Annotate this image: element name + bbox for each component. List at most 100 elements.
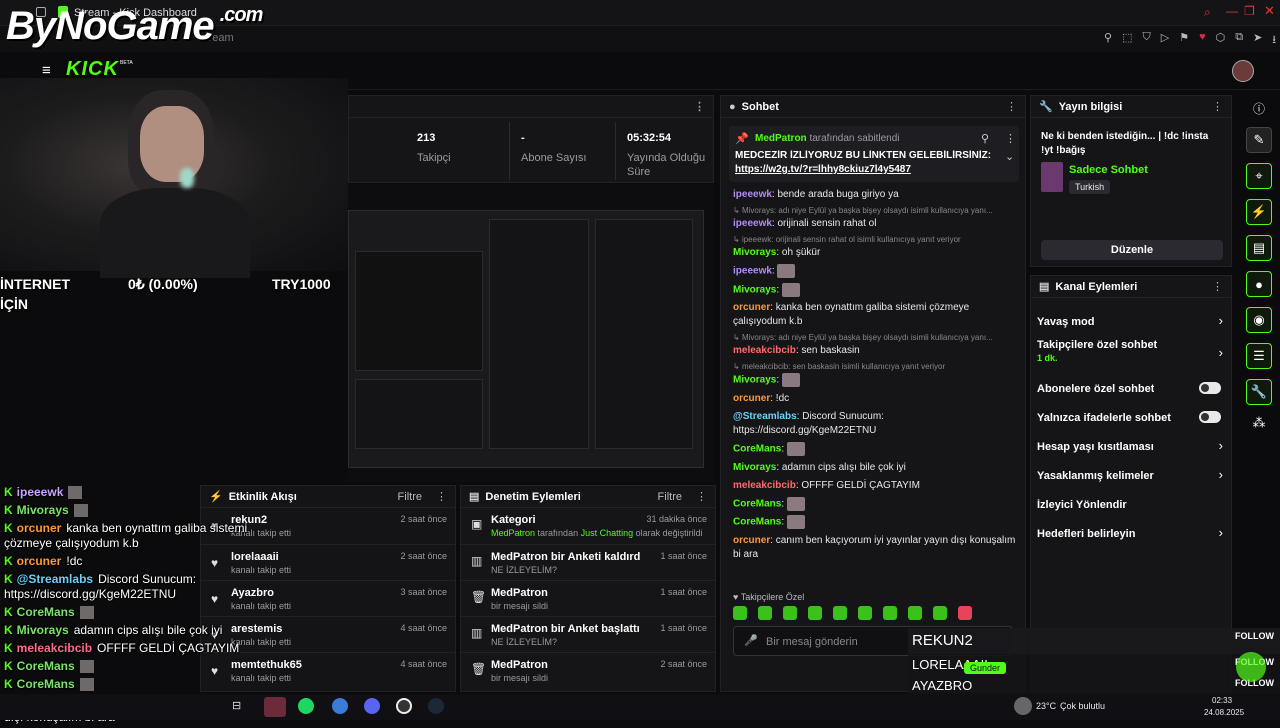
chevron-right-icon[interactable]: › <box>1219 438 1223 453</box>
chat-message[interactable]: ipeeewk: orijinali sensin rahat ol <box>733 217 1019 231</box>
chat-message[interactable]: CoreMans: <box>733 441 1019 457</box>
search-icon[interactable]: ⌕ <box>1204 5 1211 20</box>
unpin-icon[interactable]: ⚲ <box>981 132 989 145</box>
activity-filter-button[interactable]: Filtre <box>398 491 422 503</box>
chat-username[interactable]: CoreMans <box>733 498 781 509</box>
chat-message[interactable]: Mivorays: <box>733 373 1019 388</box>
chevron-right-icon[interactable]: › <box>1219 345 1223 360</box>
moderation-filter-button[interactable]: Filtre <box>658 491 682 503</box>
broadcast-icon[interactable]: ◉ <box>1246 307 1272 333</box>
pinned-menu-icon[interactable]: ⋮ <box>1005 132 1016 145</box>
user-avatar[interactable] <box>1232 60 1254 82</box>
moderation-target[interactable]: Just Chatting <box>581 528 634 538</box>
pin-icon[interactable]: ⚲ <box>1104 31 1112 50</box>
edit-button[interactable]: Düzenle <box>1041 240 1223 260</box>
chat-message[interactable]: ipeeewk: <box>733 264 1019 279</box>
steam-icon[interactable] <box>428 698 444 714</box>
chat-username[interactable]: Mivorays <box>733 375 776 386</box>
pencil-icon[interactable]: ✎ <box>1246 127 1272 153</box>
emote-icon[interactable] <box>883 606 897 620</box>
stream-info-menu-icon[interactable]: ⋮ <box>1212 100 1223 113</box>
channel-action-row[interactable]: Hesap yaşı kısıtlaması › <box>1031 431 1231 460</box>
heart-icon[interactable]: ♥ <box>1199 31 1206 50</box>
chat-message[interactable]: ipeeewk: bende arada buga giriyo ya <box>733 188 1019 202</box>
channel-action-row[interactable]: Yavaş mod › <box>1031 306 1231 335</box>
chat-username[interactable]: Mivorays <box>733 462 776 473</box>
chat-username[interactable]: Mivorays <box>733 247 776 258</box>
chat-username[interactable]: @Streamlabs <box>733 411 797 422</box>
chat-username[interactable]: ipeeewk <box>733 266 772 277</box>
emote-icon[interactable] <box>808 606 822 620</box>
emote-icon[interactable] <box>783 606 797 620</box>
download-icon[interactable]: ⭳ <box>1272 31 1276 50</box>
close-icon[interactable]: ✕ <box>1264 3 1275 19</box>
emote-icon[interactable] <box>758 606 772 620</box>
chat-message[interactable]: Mivorays: <box>733 282 1019 298</box>
chat-username[interactable]: orcuner <box>733 302 770 313</box>
app-icon[interactable] <box>332 698 348 714</box>
channel-action-row[interactable]: Yasaklanmış kelimeler › <box>1031 460 1231 489</box>
emote-icon[interactable] <box>833 606 847 620</box>
chat-username[interactable]: meleakcibcib <box>733 345 796 356</box>
stream-preview[interactable] <box>348 184 714 482</box>
layers-icon[interactable]: ☰ <box>1246 343 1272 369</box>
chat-icon[interactable]: ● <box>1246 271 1272 297</box>
info-icon[interactable]: ⓘ <box>1253 100 1265 117</box>
chat-username[interactable]: meleakcibcib <box>733 480 796 491</box>
channel-action-row[interactable]: Yalnızca ifadelerle sohbet <box>1031 402 1231 431</box>
emote-icon[interactable] <box>733 606 747 620</box>
cube-icon[interactable]: ⬡ <box>1216 31 1226 50</box>
minimize-icon[interactable]: — <box>1226 4 1238 18</box>
spotify-icon[interactable] <box>298 698 314 714</box>
crop-icon[interactable]: ⬚ <box>1122 31 1132 50</box>
apps-icon[interactable]: ⁂ <box>1253 415 1266 431</box>
chat-message[interactable]: @Streamlabs: Discord Sunucum: https://di… <box>733 410 1019 438</box>
chevron-right-icon[interactable]: › <box>1219 313 1223 328</box>
channel-action-row[interactable]: İzleyici Yönlendir <box>1031 489 1231 518</box>
chevron-right-icon[interactable]: › <box>1219 467 1223 482</box>
toggle-switch[interactable] <box>1199 411 1221 423</box>
mic-icon[interactable]: 🎤 <box>744 634 758 647</box>
chat-message[interactable]: Mivorays: oh şükür <box>733 246 1019 260</box>
emote-icon[interactable] <box>858 606 872 620</box>
chat-message[interactable]: CoreMans: <box>733 496 1019 512</box>
chat-message[interactable]: meleakcibcib: sen baskasin <box>733 344 1019 358</box>
emote-icon[interactable] <box>908 606 922 620</box>
moderation-actor[interactable]: MedPatron <box>491 528 535 538</box>
tool-icon[interactable]: 🔧 <box>1246 379 1272 405</box>
activity-menu-icon[interactable]: ⋮ <box>436 490 447 503</box>
lightning-icon[interactable]: ⚡ <box>1246 199 1272 225</box>
chat-menu-icon[interactable]: ⋮ <box>1006 100 1017 113</box>
chevron-down-icon[interactable]: ⌄ <box>1005 150 1014 163</box>
channel-action-row[interactable]: Takipçilere özel sohbet 1 dk. › <box>1031 335 1231 373</box>
moderation-row[interactable]: ▥ MedPatron bir Anket başlattı NE İZLEYELİ… <box>461 616 715 652</box>
chat-username[interactable]: ipeeewk <box>733 218 772 229</box>
channel-actions-menu-icon[interactable]: ⋮ <box>1212 280 1223 293</box>
emote-icon[interactable] <box>958 606 972 620</box>
moderation-row[interactable]: ▣ Kategori MedPatron tarafından Just Chatt… <box>461 508 715 544</box>
task-view-icon[interactable]: ⊟ <box>232 699 241 712</box>
moderation-row[interactable]: 🗑 MedPatron bir mesajı sildi 1 saat önce <box>461 580 715 616</box>
chat-username[interactable]: CoreMans <box>733 517 781 528</box>
obs-icon[interactable] <box>396 698 412 714</box>
channel-action-row[interactable]: Abonelere özel sohbet <box>1031 373 1231 402</box>
toggle-switch[interactable] <box>1199 382 1221 394</box>
play-icon[interactable]: ▷ <box>1161 31 1169 50</box>
channel-action-row[interactable]: Hedefleri belirleyin › <box>1031 518 1231 547</box>
target-icon[interactable]: ⌖ <box>1246 163 1272 189</box>
moderation-row[interactable]: 🗑 MedPatron bir mesajı sildi 2 saat önce <box>461 652 715 688</box>
chat-username[interactable]: CoreMans <box>733 444 781 455</box>
emote-icon[interactable] <box>933 606 947 620</box>
maximize-icon[interactable]: ❐ <box>1244 4 1255 18</box>
chat-message[interactable]: orcuner: !dc <box>733 392 1019 406</box>
shield-icon[interactable]: ⛉ <box>1142 31 1150 50</box>
send-icon[interactable]: ➤ <box>1253 31 1262 50</box>
chat-username[interactable]: orcuner <box>733 393 770 404</box>
app-icon[interactable] <box>264 697 286 717</box>
discord-icon[interactable] <box>364 698 380 714</box>
chat-message[interactable]: orcuner: kanka ben oynattım galiba siste… <box>733 301 1019 329</box>
moderation-menu-icon[interactable]: ⋮ <box>696 490 707 503</box>
chat-message[interactable]: orcuner: canım ben kaçıyorum iyi yayınla… <box>733 534 1019 562</box>
bookmark-icon[interactable]: ⚑ <box>1179 31 1189 50</box>
chat-message[interactable]: meleakcibcib: OFFFF GELDİ ÇAGTAYIM <box>733 479 1019 493</box>
